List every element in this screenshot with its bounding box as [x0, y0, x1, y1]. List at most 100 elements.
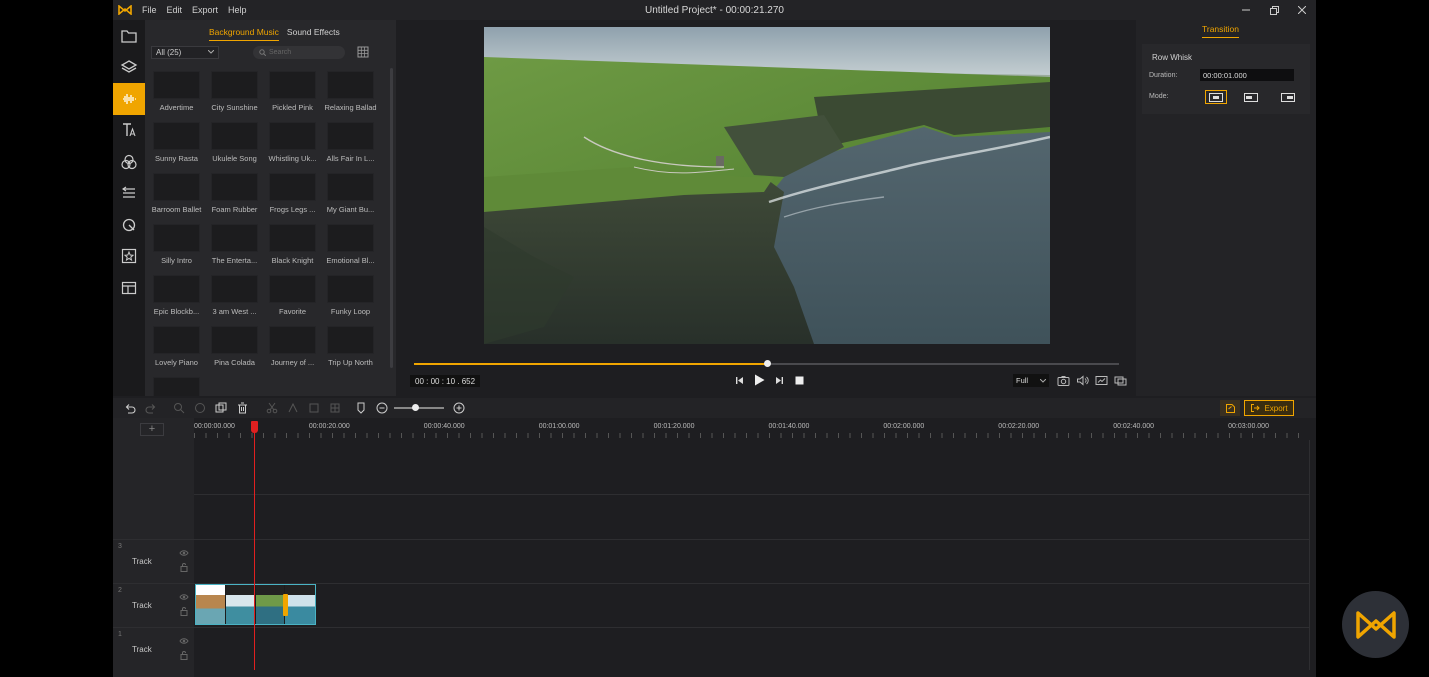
lock-icon[interactable] [179, 562, 189, 572]
music-item[interactable]: Pickled Pink [269, 71, 316, 114]
grid-view-icon[interactable] [357, 46, 369, 58]
export-button[interactable]: Export [1244, 400, 1294, 416]
scissors-icon [266, 402, 278, 414]
zoom-in-button[interactable] [452, 401, 466, 415]
add-track-button[interactable]: + [140, 423, 164, 436]
music-item[interactable]: Ukulele Song [211, 122, 258, 165]
music-item[interactable]: Funky Loop [327, 275, 374, 318]
zoom-slider-knob[interactable] [412, 404, 419, 411]
music-item[interactable]: Barroom Ballet [152, 173, 201, 216]
eye-icon[interactable] [179, 636, 189, 646]
music-item[interactable]: Lovely Piano [153, 326, 200, 369]
tool-animations[interactable] [113, 209, 145, 241]
mode-button-3[interactable] [1277, 90, 1299, 104]
minimize-button[interactable] [1232, 0, 1260, 20]
zoom-to-fit-button[interactable] [172, 401, 186, 415]
play-button[interactable] [753, 374, 765, 386]
filter-dropdown[interactable]: All (25) [151, 45, 219, 59]
music-title: Advertime [159, 103, 194, 112]
music-item[interactable]: Alls Fair In L... [327, 122, 374, 165]
snapshot-camera-icon[interactable] [1057, 374, 1070, 387]
stop-button[interactable] [793, 374, 805, 386]
lock-icon[interactable] [179, 606, 189, 616]
menu-file[interactable]: File [137, 5, 162, 15]
tool-music[interactable] [113, 83, 145, 115]
lock-icon[interactable] [179, 650, 189, 660]
music-item[interactable]: Frogs Legs ... [269, 173, 316, 216]
export-settings-button[interactable] [1220, 400, 1240, 416]
tool-text[interactable] [113, 115, 145, 147]
media-scrollbar[interactable] [390, 68, 393, 368]
time-ruler[interactable]: 00:00:00.000 00:00:20.000 00:00:40.000 00:0… [194, 418, 1309, 440]
music-item[interactable]: Foam Rubber [211, 173, 258, 216]
video-clip[interactable] [195, 584, 316, 625]
tool-templates[interactable] [113, 272, 145, 304]
music-item[interactable]: Pina Colada [211, 326, 258, 369]
music-item[interactable]: My Giant Bu... [327, 173, 374, 216]
preview-quality-dropdown[interactable]: Full [1013, 374, 1049, 387]
mosaic-button[interactable] [328, 401, 342, 415]
speed-button[interactable] [286, 401, 300, 415]
music-item[interactable]: 3 am West ... [211, 275, 258, 318]
next-frame-button[interactable] [773, 374, 785, 386]
music-item[interactable]: City Sunshine [211, 71, 258, 114]
volume-icon[interactable] [1076, 374, 1089, 387]
delete-button[interactable] [235, 401, 249, 415]
tool-stickers[interactable] [113, 241, 145, 273]
duration-input[interactable]: 00:00:01.000 [1200, 69, 1294, 81]
music-item[interactable]: Sunny Rasta [153, 122, 200, 165]
music-item[interactable]: The Enterta... [211, 224, 258, 267]
mode-button-2[interactable] [1240, 90, 1262, 104]
music-item[interactable]: Whistling Uk... [269, 122, 316, 165]
tab-transition[interactable]: Transition [1202, 24, 1240, 38]
eye-icon[interactable] [179, 548, 189, 558]
undo-button[interactable] [123, 401, 137, 415]
previous-frame-button[interactable] [733, 374, 745, 386]
eye-icon[interactable] [179, 592, 189, 602]
close-button[interactable] [1288, 0, 1316, 20]
music-thumbnail [153, 224, 200, 252]
music-thumbnail [153, 377, 200, 396]
music-item[interactable]: Black Knight [269, 224, 316, 267]
music-item[interactable]: Advertime [153, 71, 200, 114]
progress-knob[interactable] [763, 360, 771, 367]
crop-button[interactable] [193, 401, 207, 415]
tool-filters[interactable] [113, 146, 145, 178]
music-item[interactable] [153, 377, 200, 396]
music-title: Ukulele Song [212, 154, 257, 163]
music-item[interactable]: Emotional Bl... [326, 224, 375, 267]
playback-progress-bar[interactable] [414, 360, 1119, 367]
tab-sound-effects[interactable]: Sound Effects [287, 24, 340, 40]
tool-transitions[interactable] [113, 178, 145, 210]
search-input[interactable]: Search [253, 45, 345, 59]
menu-export[interactable]: Export [187, 5, 223, 15]
menu-edit[interactable]: Edit [162, 5, 188, 15]
menu-help[interactable]: Help [223, 5, 252, 15]
zoom-out-button[interactable] [375, 401, 389, 415]
music-item[interactable]: Relaxing Ballad [324, 71, 377, 114]
timeline-zoom-slider[interactable] [394, 404, 444, 411]
tool-media[interactable] [113, 20, 145, 52]
music-item[interactable]: Epic Blockb... [153, 275, 200, 318]
marker-button[interactable] [354, 401, 368, 415]
track-number: 1 [118, 631, 122, 638]
playhead-line[interactable] [254, 428, 255, 670]
mode-button-1[interactable] [1205, 90, 1227, 104]
split-button[interactable] [265, 401, 279, 415]
restore-button[interactable] [1260, 0, 1288, 20]
timeline-scrollbar[interactable] [1309, 440, 1310, 670]
music-item[interactable]: Favorite [269, 275, 316, 318]
music-item[interactable]: Journey of ... [269, 326, 316, 369]
aspect-ratio-icon[interactable] [1095, 374, 1108, 387]
tab-background-music[interactable]: Background Music [209, 24, 279, 41]
fullscreen-icon[interactable] [1114, 374, 1127, 387]
video-preview[interactable] [484, 27, 1050, 344]
duplicate-button[interactable] [214, 401, 228, 415]
freeze-button[interactable] [307, 401, 321, 415]
redo-button[interactable] [144, 401, 158, 415]
transition-marker[interactable] [283, 594, 288, 616]
music-item[interactable]: Silly Intro [153, 224, 200, 267]
tool-layers[interactable] [113, 52, 145, 84]
music-item[interactable]: Trip Up North [327, 326, 374, 369]
step-forward-icon [775, 376, 783, 384]
